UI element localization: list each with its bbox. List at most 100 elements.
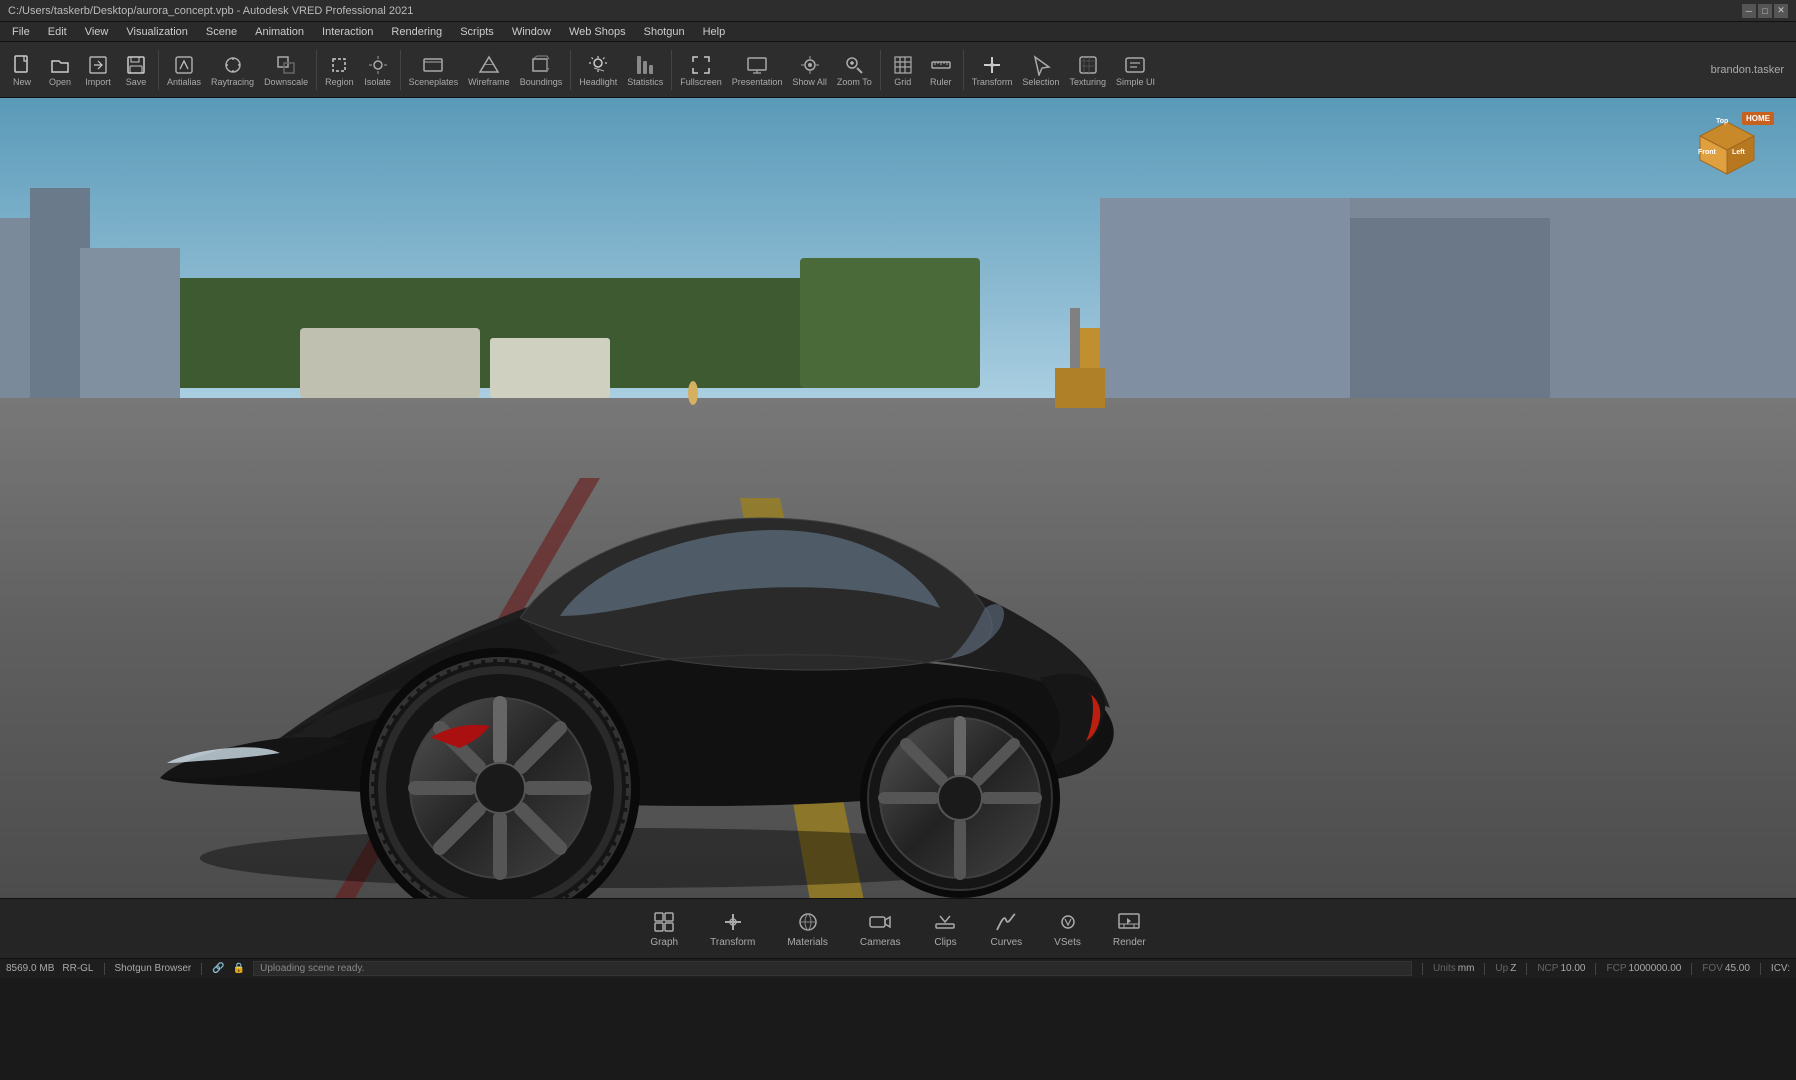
raytracing-button[interactable]: Raytracing [207,51,258,89]
status-sep-6 [1595,963,1596,975]
bottom-tools: Graph Transform Material [0,905,1796,952]
status-message-input[interactable] [253,961,1412,976]
menu-scripts[interactable]: Scripts [452,24,502,40]
menu-scene[interactable]: Scene [198,24,245,40]
toolbar-sep-7 [963,50,964,90]
status-sep-7 [1691,963,1692,975]
wireframe-icon [477,53,501,77]
statistics-button[interactable]: Statistics [623,51,667,89]
wireframe-button[interactable]: Wireframe [464,51,514,89]
nav-cube-home[interactable]: HOME [1742,112,1774,125]
menu-edit[interactable]: Edit [40,24,75,40]
isolate-button[interactable]: Isolate [360,51,396,89]
ncp-value: 10.00 [1560,963,1585,974]
boundings-button[interactable]: Boundings [516,51,567,89]
vsets-label: VSets [1054,937,1081,948]
cameras-tool[interactable]: Cameras [844,905,917,952]
save-icon [124,53,148,77]
curves-tool[interactable]: Curves [974,905,1038,952]
memory-display: 8569.0 MB [6,963,54,974]
menu-help[interactable]: Help [695,24,734,40]
menu-webshops[interactable]: Web Shops [561,24,634,40]
headlight-button[interactable]: Headlight [575,51,621,89]
graph-tool[interactable]: Graph [634,905,694,952]
close-button[interactable]: ✕ [1774,4,1788,18]
sceneplates-button[interactable]: Sceneplates [405,51,463,89]
ncp-label: NCP [1537,963,1558,974]
menu-interaction[interactable]: Interaction [314,24,381,40]
headlight-icon [586,53,610,77]
fcp-label: FCP [1606,963,1626,974]
presentation-button[interactable]: Presentation [728,51,787,89]
zoomto-icon [842,53,866,77]
new-icon [10,53,34,77]
toolbar-sep-1 [158,50,159,90]
save-button[interactable]: Save [118,51,154,89]
showall-label: Show All [792,77,827,87]
boundings-label: Boundings [520,77,563,87]
menu-animation[interactable]: Animation [247,24,312,40]
open-button[interactable]: Open [42,51,78,89]
materials-tool[interactable]: Materials [771,905,844,952]
menu-shotgun[interactable]: Shotgun [636,24,693,40]
menu-file[interactable]: File [4,24,38,40]
menu-view[interactable]: View [77,24,117,40]
status-sep-1 [104,963,105,975]
sky-bg [0,98,1796,399]
region-button[interactable]: Region [321,51,358,89]
nav-cube[interactable]: Top Front Left HOME [1692,114,1772,194]
texturing-label: Texturing [1069,77,1106,87]
grid-icon [891,53,915,77]
downscale-button[interactable]: Downscale [260,51,312,89]
render-icon [1116,909,1142,935]
new-button[interactable]: New [4,51,40,89]
transform-tool[interactable]: Transform [694,905,771,952]
texturing-button[interactable]: Texturing [1065,51,1110,89]
fcp-value: 1000000.00 [1628,963,1681,974]
open-label: Open [49,77,71,87]
toolbar: New Open Import Save [0,42,1796,98]
ncp-field: NCP 10.00 [1537,963,1585,974]
render-label: Render [1113,937,1146,948]
wireframe-label: Wireframe [468,77,510,87]
viewport[interactable]: Top Front Left HOME Graph [0,98,1796,958]
vsets-tool[interactable]: VSets [1038,905,1097,952]
selection-button[interactable]: Selection [1018,51,1063,89]
transform-bottom-label: Transform [710,937,755,948]
menu-visualization[interactable]: Visualization [118,24,196,40]
antialias-button[interactable]: Antialias [163,51,205,89]
transform-button[interactable]: Transform [968,51,1017,89]
transform-label: Transform [972,77,1013,87]
presentation-icon [745,53,769,77]
simpleui-button[interactable]: Simple UI [1112,51,1159,89]
import-button[interactable]: Import [80,51,116,89]
showall-button[interactable]: Show All [788,51,831,89]
open-icon [48,53,72,77]
toolbar-sep-3 [400,50,401,90]
downscale-label: Downscale [264,77,308,87]
fov-label: FOV [1702,963,1723,974]
region-label: Region [325,77,354,87]
region-icon [327,53,351,77]
fullscreen-button[interactable]: Fullscreen [676,51,726,89]
nav-cube-front: Front [1698,149,1716,156]
transform-bottom-icon [720,909,746,935]
render-tool[interactable]: Render [1097,905,1162,952]
zoomto-button[interactable]: Zoom To [833,51,876,89]
antialias-icon [172,53,196,77]
headlight-label: Headlight [579,77,617,87]
texturing-icon [1076,53,1100,77]
curves-label: Curves [990,937,1022,948]
menu-rendering[interactable]: Rendering [383,24,450,40]
clips-icon [932,909,958,935]
sceneplates-label: Sceneplates [409,77,459,87]
fcp-field: FCP 1000000.00 [1606,963,1681,974]
grid-button[interactable]: Grid [885,51,921,89]
title-bar: C:/Users/taskerb/Desktop/aurora_concept.… [0,0,1796,22]
clips-tool[interactable]: Clips [916,905,974,952]
minimize-button[interactable]: ─ [1742,4,1756,18]
ruler-button[interactable]: Ruler [923,51,959,89]
menu-window[interactable]: Window [504,24,559,40]
maximize-button[interactable]: □ [1758,4,1772,18]
downscale-icon [274,53,298,77]
